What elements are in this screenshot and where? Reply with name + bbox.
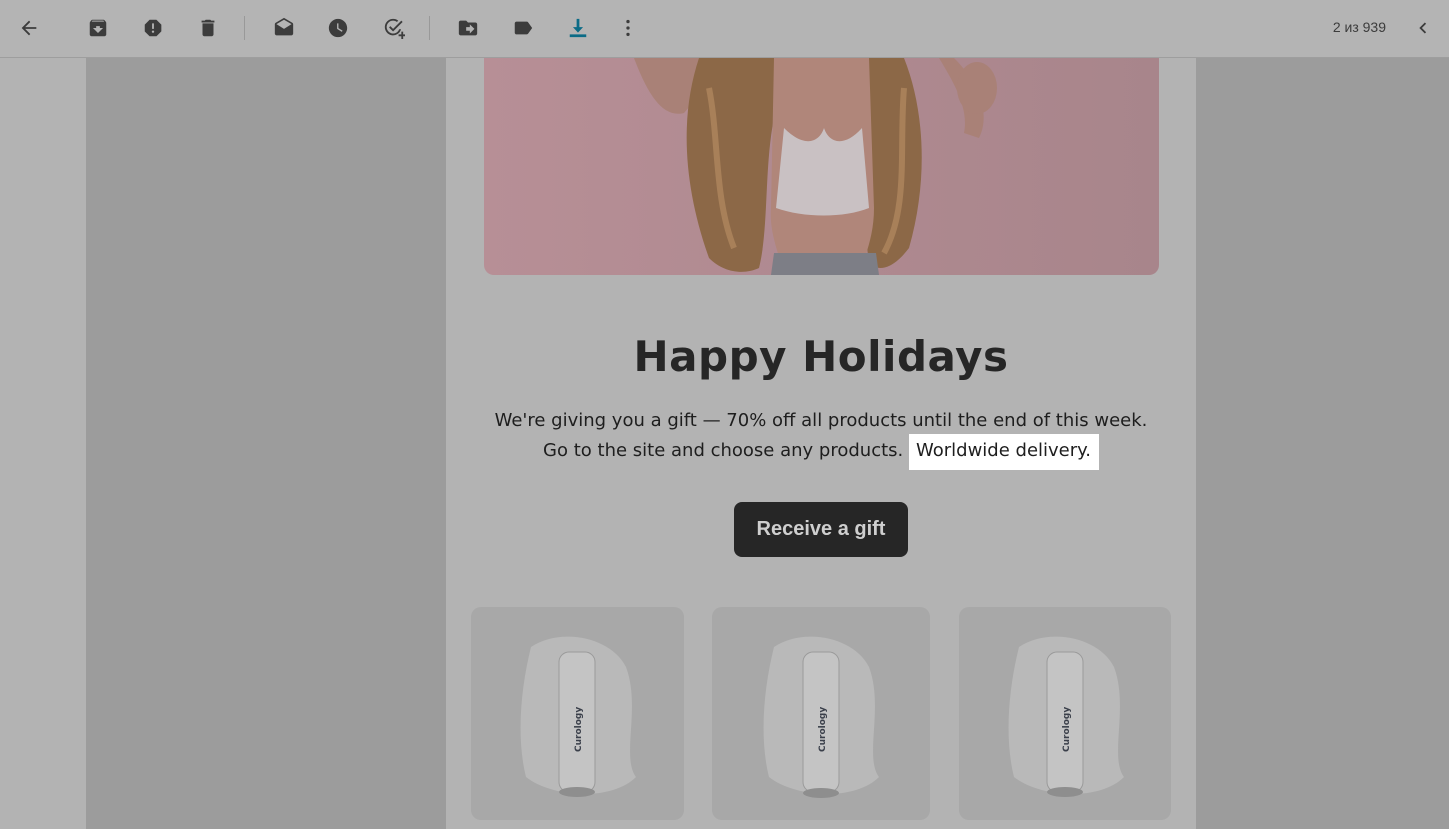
- separator: [429, 16, 430, 40]
- product-image: Curology: [1008, 636, 1124, 797]
- email-left-background: [86, 58, 446, 829]
- hero-image: [484, 58, 1159, 275]
- product-brand: Curology: [574, 707, 584, 752]
- label-button[interactable]: [507, 12, 539, 44]
- label-icon: [514, 21, 533, 35]
- email-body: Happy Holidays We're giving you a gift —…: [446, 58, 1196, 829]
- receive-gift-button[interactable]: Receive a gift: [734, 502, 908, 557]
- message-line-1: We're giving you a gift — 70% off all pr…: [494, 410, 1148, 431]
- add-task-icon: [384, 18, 405, 39]
- trash-icon: [201, 19, 215, 37]
- message-count: 2 из 939: [1332, 19, 1386, 35]
- mark-unread-button[interactable]: [268, 12, 300, 44]
- woman-photo: [634, 58, 997, 275]
- product-image: Curology: [763, 636, 879, 798]
- message-line-2: Go to the site and choose any products. …: [446, 434, 1196, 470]
- product-brand: Curology: [1062, 707, 1072, 752]
- delete-button[interactable]: [192, 12, 224, 44]
- left-margin: [0, 58, 86, 829]
- snooze-button[interactable]: [322, 12, 354, 44]
- move-to-icon: [458, 20, 478, 36]
- toolbar: 2 из 939: [0, 0, 1449, 58]
- download-icon: [569, 18, 587, 38]
- clock-icon: [328, 18, 348, 38]
- message-line-2-text: Go to the site and choose any products.: [543, 440, 909, 461]
- add-task-button[interactable]: [378, 12, 410, 44]
- back-button[interactable]: [13, 12, 45, 44]
- more-vert-icon: [626, 19, 630, 37]
- email-headline: Happy Holidays: [633, 332, 1009, 381]
- move-to-button[interactable]: [452, 12, 484, 44]
- archive-icon: [89, 19, 107, 37]
- separator: [244, 16, 245, 40]
- mark-unread-icon: [274, 17, 294, 36]
- product-image: Curology: [520, 636, 636, 797]
- download-button[interactable]: [562, 12, 594, 44]
- previous-message-button[interactable]: [1407, 12, 1439, 44]
- arrow-left-icon: [21, 20, 37, 36]
- product-card[interactable]: Curology: [712, 607, 930, 820]
- more-options-button[interactable]: [612, 12, 644, 44]
- product-brand: Curology: [818, 707, 828, 752]
- email-right-background: [1196, 58, 1449, 829]
- report-spam-icon: [144, 19, 162, 37]
- highlighted-text: Worldwide delivery.: [908, 434, 1099, 470]
- product-card[interactable]: Curology: [471, 607, 684, 820]
- archive-button[interactable]: [82, 12, 114, 44]
- email-message: We're giving you a gift — 70% off all pr…: [446, 406, 1196, 470]
- chevron-left-icon: [1419, 22, 1427, 34]
- report-spam-button[interactable]: [137, 12, 169, 44]
- product-card[interactable]: Curology: [959, 607, 1171, 820]
